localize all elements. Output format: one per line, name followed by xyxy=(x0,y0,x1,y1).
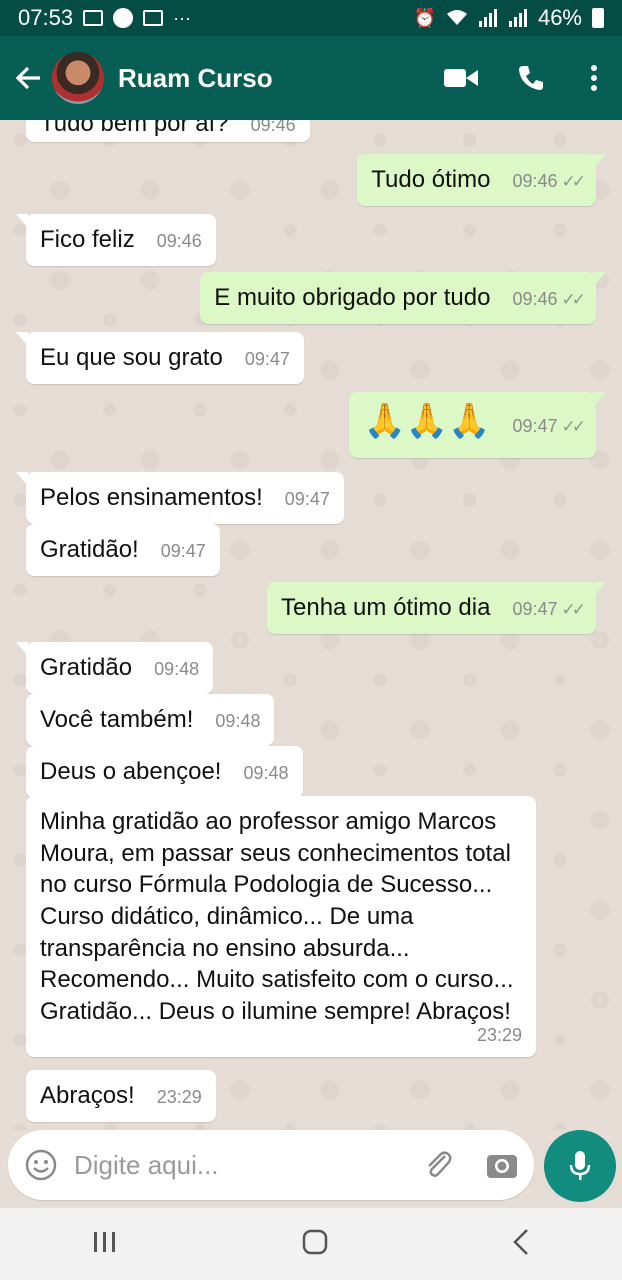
alarm-icon: ⏰ xyxy=(413,8,436,28)
menu-button[interactable] xyxy=(566,36,622,120)
home-icon xyxy=(302,1229,328,1254)
contact-name[interactable]: Ruam Curso xyxy=(118,63,426,94)
recent-apps-icon xyxy=(94,1231,115,1252)
message-bubble[interactable]: E muito obrigado por tudo 09:46 ✓✓ xyxy=(200,272,606,324)
message-time: 09:46 xyxy=(512,289,558,309)
gallery-notification-icon xyxy=(83,10,104,26)
message-text: Minha gratidão ao professor amigo Marcos… xyxy=(40,808,514,1026)
read-ticks-icon: ✓✓ xyxy=(561,290,586,309)
back-nav-button[interactable] xyxy=(512,1228,530,1261)
messenger-notification-icon xyxy=(113,8,134,28)
message-text: Eu que sou grato xyxy=(40,344,223,371)
message-bubble[interactable]: Tudo bem por aí? 09:46 xyxy=(26,120,310,142)
message-bubble[interactable]: Você também! 09:48 xyxy=(26,694,275,746)
avatar[interactable] xyxy=(52,52,104,104)
recent-apps-button[interactable] xyxy=(92,1230,118,1259)
message-input[interactable]: Digite aqui... xyxy=(8,1130,534,1200)
message-bubble[interactable]: Abraços! 23:29 xyxy=(26,1070,216,1122)
message-text: Você também! xyxy=(40,706,194,733)
message-time: 09:46 xyxy=(512,171,558,191)
message-time: 09:46 xyxy=(156,231,202,251)
message-bubble[interactable]: Pelos ensinamentos! 09:47 xyxy=(16,472,344,524)
message-text: Pelos ensinamentos! xyxy=(40,484,263,511)
signal-icon xyxy=(478,9,497,27)
message-time: 09:47 xyxy=(512,599,558,619)
more-notifications-icon: ··· xyxy=(173,8,192,28)
paperclip-icon xyxy=(428,1151,452,1177)
voice-message-button[interactable] xyxy=(544,1130,616,1202)
voice-call-button[interactable] xyxy=(496,36,566,120)
microphone-icon xyxy=(569,1151,591,1180)
message-bubble[interactable]: Gratidão! 09:47 xyxy=(26,524,220,576)
message-text: Gratidão xyxy=(40,654,133,681)
message-bubble[interactable]: Deus o abençoe! 09:48 xyxy=(26,746,303,798)
message-bubble[interactable]: Minha gratidão ao professor amigo Marcos… xyxy=(26,796,536,1058)
message-bubble[interactable]: Tudo ótimo 09:46 ✓✓ xyxy=(357,154,606,206)
message-bubble[interactable]: Fico feliz 09:46 xyxy=(16,214,216,266)
home-button[interactable] xyxy=(302,1229,328,1260)
message-text: 🙏🙏🙏 xyxy=(363,402,491,440)
message-time: 09:47 xyxy=(244,349,290,369)
message-time: 09:46 xyxy=(250,120,296,135)
composer: Digite aqui... xyxy=(0,1130,622,1210)
video-camera-icon xyxy=(444,69,478,87)
message-bubble[interactable]: Eu que sou grato 09:47 xyxy=(16,332,304,384)
message-time: 09:48 xyxy=(154,659,200,679)
wifi-icon xyxy=(446,10,467,25)
message-time: 09:47 xyxy=(284,489,330,509)
message-text: E muito obrigado por tudo xyxy=(214,284,491,311)
status-bar: 07:53 ··· ⏰ 46% xyxy=(0,0,622,36)
read-ticks-icon: ✓✓ xyxy=(561,172,586,191)
message-time: 23:29 xyxy=(156,1087,202,1107)
message-text: Tudo bem por aí? xyxy=(40,120,229,137)
battery-icon xyxy=(592,8,604,28)
message-time: 09:47 xyxy=(512,416,558,436)
system-nav-bar xyxy=(0,1208,622,1280)
arrow-left-icon xyxy=(15,66,40,90)
smiley-icon xyxy=(25,1149,57,1181)
more-vert-icon xyxy=(591,65,597,91)
message-text: Tudo ótimo xyxy=(371,166,491,193)
message-time: 09:47 xyxy=(160,541,206,561)
message-bubble[interactable]: 🙏🙏🙏 09:47 ✓✓ xyxy=(349,392,606,458)
clock: 07:53 xyxy=(18,5,74,30)
read-ticks-icon: ✓✓ xyxy=(561,600,586,619)
video-call-button[interactable] xyxy=(426,36,496,120)
chat-area[interactable]: Tudo bem por aí? 09:46 Tudo ótimo 09:46 ✓✓ … xyxy=(0,120,622,1130)
emoji-button[interactable] xyxy=(8,1149,74,1181)
attach-button[interactable] xyxy=(406,1150,470,1180)
voicemail-notification-icon xyxy=(143,10,164,26)
signal-icon-2 xyxy=(508,9,527,27)
message-bubble[interactable]: Tenha um ótimo dia 09:47 ✓✓ xyxy=(267,582,606,634)
message-text: Abraços! xyxy=(40,1082,135,1109)
message-text: Fico feliz xyxy=(40,226,135,253)
back-button[interactable] xyxy=(4,36,52,120)
message-bubble[interactable]: Gratidão 09:48 xyxy=(15,642,214,694)
message-text: Tenha um ótimo dia xyxy=(281,594,491,621)
message-time: 09:48 xyxy=(215,711,261,731)
read-ticks-icon: ✓✓ xyxy=(561,417,586,436)
chevron-left-icon xyxy=(513,1228,528,1255)
message-input-placeholder[interactable]: Digite aqui... xyxy=(74,1150,406,1181)
message-text: Gratidão! xyxy=(40,536,139,563)
battery-percent: 46% xyxy=(537,5,582,30)
phone-icon xyxy=(519,66,543,90)
message-time: 09:48 xyxy=(243,763,289,783)
camera-button[interactable] xyxy=(470,1151,534,1179)
chat-header: Ruam Curso xyxy=(0,36,622,120)
camera-icon xyxy=(487,1155,517,1178)
message-text: Deus o abençoe! xyxy=(40,758,222,785)
